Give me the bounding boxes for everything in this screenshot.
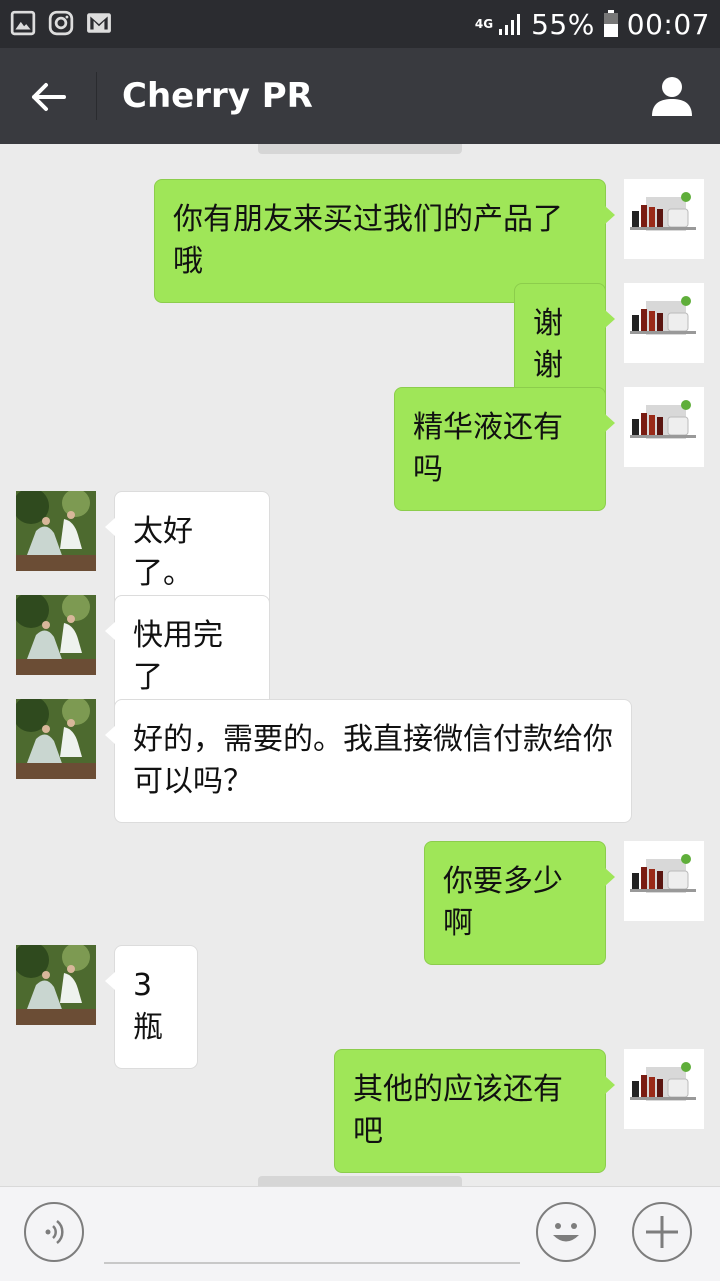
sent-message-row: 你要多少啊 [0,841,720,965]
message-input[interactable] [104,1262,520,1264]
my-avatar[interactable] [624,283,704,363]
my-avatar[interactable] [624,179,704,259]
battery-percent: 55% [531,7,595,41]
sent-message-row: 精华液还有吗 [0,387,720,511]
gallery-icon [10,10,36,36]
message-bubble[interactable]: 其他的应该还有吧 [334,1049,615,1173]
instagram-icon [48,10,74,36]
back-arrow-icon[interactable] [28,76,70,118]
received-message-row: 太好了。 [0,491,720,615]
plus-icon [646,1216,678,1248]
voice-input-button[interactable] [24,1202,84,1262]
emoji-button[interactable] [536,1202,596,1262]
received-message-row: 好的，需要的。我直接微信付款给你可以吗？ [0,699,720,823]
product-avatar-icon [624,179,704,259]
smiley-icon [553,1223,579,1242]
signal-icon [499,14,521,35]
painting-avatar-icon [16,699,96,779]
received-message-row: 3瓶 [0,945,720,1069]
input-bar [0,1186,720,1281]
product-avatar-icon [624,841,704,921]
more-options-button[interactable] [632,1202,692,1262]
timestamp-fragment [258,1176,462,1186]
product-avatar-icon [624,283,704,363]
my-avatar[interactable] [624,841,704,921]
message-bubble[interactable]: 好的，需要的。我直接微信付款给你可以吗？ [105,699,632,823]
header-divider [96,72,97,120]
sent-message-row: 你有朋友来买过我们的产品了哦 [0,179,720,303]
painting-avatar-icon [16,491,96,571]
chat-header: Cherry PR [0,48,720,144]
clock: 00:07 [626,7,710,41]
my-avatar[interactable] [624,387,704,467]
painting-avatar-icon [16,945,96,1025]
sent-message-row: 谢谢 [0,283,720,407]
timestamp-fragment [258,144,462,154]
product-avatar-icon [624,1049,704,1129]
contact-avatar[interactable] [16,595,96,675]
battery-icon [603,10,618,37]
painting-avatar-icon [16,595,96,675]
contact-avatar[interactable] [16,699,96,779]
my-avatar[interactable] [624,1049,704,1129]
sent-message-row: 其他的应该还有吧 [0,1049,720,1173]
product-avatar-icon [624,387,704,467]
network-type: 4G [474,17,494,31]
profile-icon[interactable] [650,74,694,118]
contact-avatar[interactable] [16,491,96,571]
received-message-row: 快用完了 [0,595,720,719]
contact-avatar[interactable] [16,945,96,1025]
status-bar: 4G 55% 00:07 [0,0,720,48]
chat-title: Cherry PR [122,76,313,116]
notification-icons [10,10,112,36]
gmail-icon [87,13,111,33]
voice-icon [45,1220,64,1244]
